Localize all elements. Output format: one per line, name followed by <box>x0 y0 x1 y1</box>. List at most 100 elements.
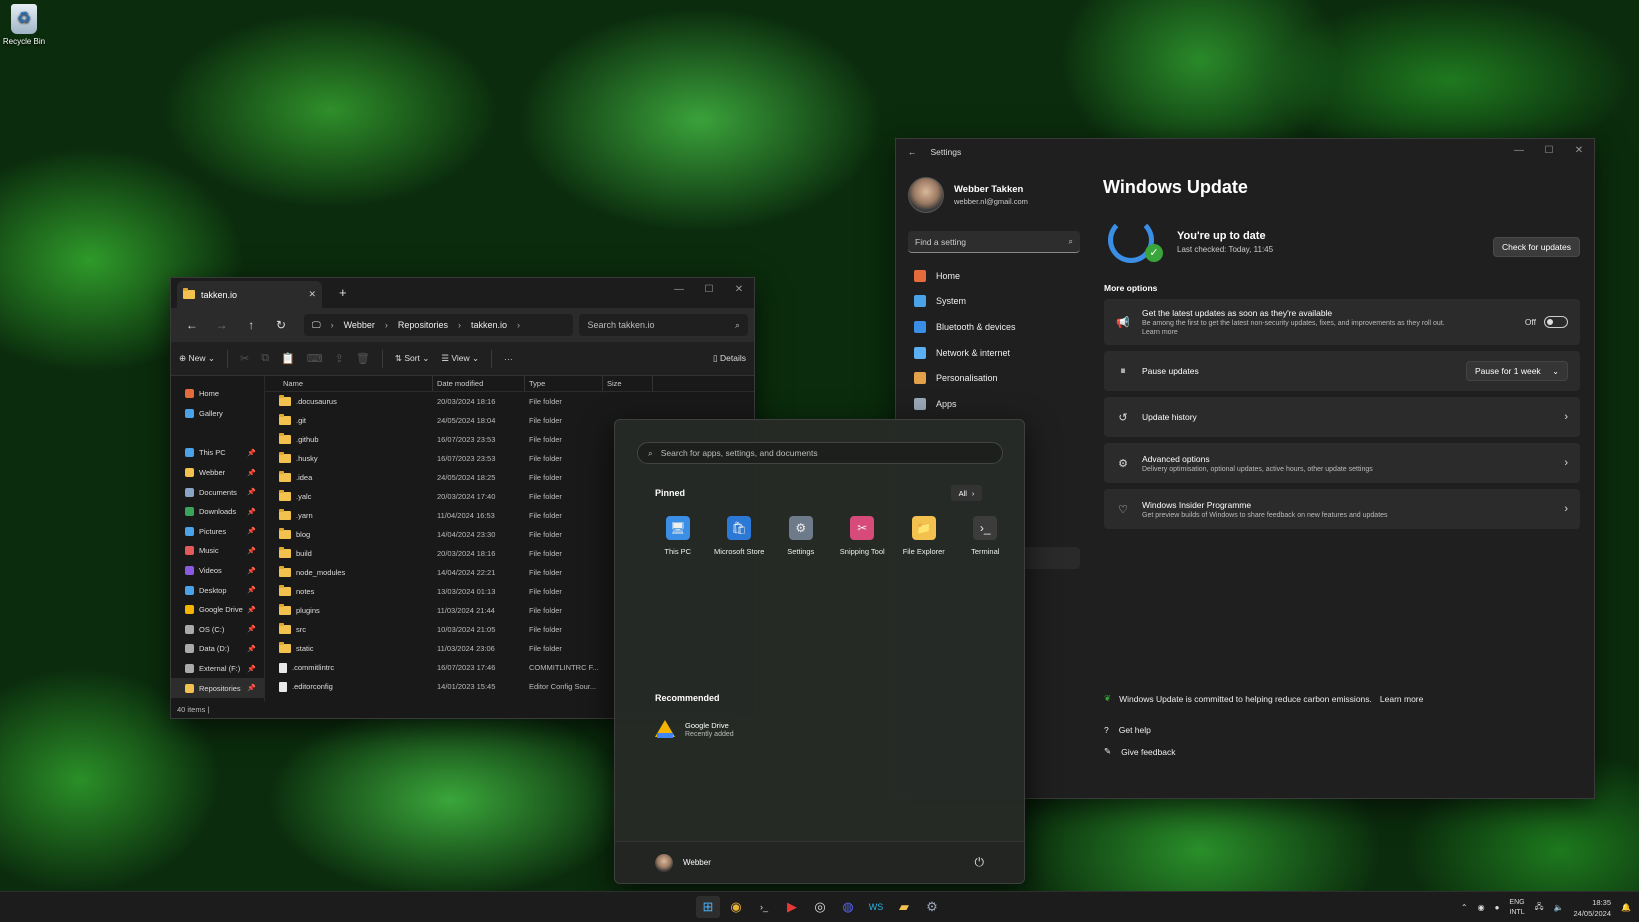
sidebar-item[interactable]: Repositories 📌 <box>171 678 264 698</box>
sidebar-item[interactable]: Music 📌 <box>171 541 264 561</box>
view-button[interactable]: ☰ View ⌄ <box>441 353 479 364</box>
sidebar-item[interactable]: Documents 📌 <box>171 482 264 502</box>
maximize-button[interactable]: ☐ <box>694 278 724 300</box>
sidebar-item[interactable]: Videos 📌 <box>171 561 264 581</box>
advanced-options-card[interactable]: ⚙ Advanced options Delivery optimisation… <box>1104 443 1580 483</box>
sidebar-item[interactable]: Data (D:) 📌 <box>171 639 264 659</box>
sidebar-item[interactable]: Desktop 📌 <box>171 580 264 600</box>
pinned-app[interactable]: 🛍 Microsoft Store <box>709 516 771 556</box>
webstorm-icon[interactable]: WS <box>864 896 888 918</box>
close-tab-icon[interactable]: ✕ <box>308 289 316 300</box>
settings-gear-icon[interactable]: ⚙ <box>920 896 944 918</box>
nav-item[interactable]: Apps <box>908 391 1080 417</box>
sidebar-item[interactable]: Downloads 📌 <box>171 502 264 522</box>
pinned-app[interactable]: 📁 File Explorer <box>893 516 955 556</box>
find-setting-input[interactable]: Find a setting ⌕ <box>908 231 1080 253</box>
explorer-tab[interactable]: takken.io ✕ <box>177 281 322 308</box>
breadcrumb-item[interactable]: Repositories <box>398 320 448 330</box>
refresh-icon[interactable]: ↻ <box>266 318 296 332</box>
minimize-button[interactable]: — <box>664 278 694 300</box>
paste-icon[interactable]: 📋 <box>281 352 295 365</box>
share-icon[interactable]: ⇪ <box>335 352 344 365</box>
learn-more-link[interactable]: Learn more <box>1142 329 1445 336</box>
nav-item[interactable]: Network & internet <box>908 340 1080 366</box>
update-history-card[interactable]: ↺ Update history › <box>1104 397 1580 437</box>
all-apps-button[interactable]: All › <box>951 485 982 501</box>
notification-bell-icon[interactable]: 🔔 <box>1621 903 1631 912</box>
volume-icon[interactable]: 🔈 <box>1554 903 1564 912</box>
user-profile[interactable]: Webber Takken webber.nl@gmail.com <box>908 177 1028 213</box>
sidebar-item[interactable]: Home <box>171 384 264 404</box>
sidebar-item[interactable]: Pictures 📌 <box>171 522 264 542</box>
carbon-learn-more-link[interactable]: Learn more <box>1380 694 1423 704</box>
pinned-app[interactable]: ✂ Snipping Tool <box>832 516 894 556</box>
new-button[interactable]: ⊕ New ⌄ <box>179 353 215 364</box>
sidebar-item[interactable]: External (F:) 📌 <box>171 659 264 679</box>
back-arrow-icon[interactable]: ← <box>908 147 917 157</box>
avatar[interactable] <box>655 853 673 872</box>
more-options-button[interactable]: ··· <box>504 354 513 364</box>
minimize-button[interactable]: — <box>1504 139 1534 161</box>
file-type: File folder <box>529 587 562 596</box>
column-type[interactable]: Type <box>525 376 603 391</box>
close-button[interactable]: ✕ <box>724 278 754 300</box>
close-button[interactable]: ✕ <box>1564 139 1594 161</box>
column-size[interactable]: Size <box>603 376 653 391</box>
start-search-input[interactable]: ⌕ Search for apps, settings, and documen… <box>637 442 1003 464</box>
up-arrow-icon[interactable]: ↑ <box>236 318 266 332</box>
terminal-icon[interactable]: ›_ <box>752 896 776 918</box>
start-user-name[interactable]: Webber <box>683 858 711 867</box>
pinned-app[interactable]: 🖥 This PC <box>647 516 709 556</box>
breadcrumb-item[interactable]: Webber <box>344 320 375 330</box>
discord-icon[interactable]: ◍ <box>836 896 860 918</box>
breadcrumb[interactable]: 🖵 › Webber › Repositories › takken.io › <box>303 314 574 336</box>
breadcrumb-item[interactable]: takken.io <box>471 320 507 330</box>
column-name[interactable]: Name <box>279 376 433 391</box>
nav-item[interactable]: Home <box>908 263 1080 289</box>
sidebar-item[interactable]: Gallery <box>171 404 264 424</box>
nav-item[interactable]: Bluetooth & devices <box>908 314 1080 340</box>
details-button[interactable]: ▯ Details <box>713 353 746 364</box>
start-icon[interactable]: ⊞ <box>696 896 720 918</box>
clock[interactable]: 18:35 24/05/2024 <box>1573 897 1611 919</box>
pinned-app[interactable]: ⚙ Settings <box>770 516 832 556</box>
pause-duration-dropdown[interactable]: Pause for 1 week ⌄ <box>1466 361 1568 381</box>
column-date[interactable]: Date modified <box>433 376 525 391</box>
chevron-up-icon[interactable]: ⌃ <box>1461 903 1468 912</box>
language-indicator[interactable]: ENG INTL <box>1509 898 1524 918</box>
check-for-updates-button[interactable]: Check for updates <box>1493 237 1580 257</box>
copy-icon[interactable]: ⧉ <box>261 352 269 365</box>
pinned-app[interactable]: ›_ Terminal <box>955 516 1017 556</box>
maximize-button[interactable]: ☐ <box>1534 139 1564 161</box>
sort-button[interactable]: ⇅ Sort ⌄ <box>395 353 430 364</box>
get-help-link[interactable]: ? Get help <box>1104 725 1151 735</box>
delete-icon[interactable]: 🗑 <box>356 352 370 365</box>
latest-updates-toggle[interactable] <box>1544 316 1568 328</box>
chrome-icon[interactable]: ◉ <box>724 896 748 918</box>
insider-programme-card[interactable]: ♡ Windows Insider Programme Get preview … <box>1104 489 1580 529</box>
back-arrow-icon[interactable]: ← <box>177 318 207 332</box>
new-tab-button[interactable]: + <box>339 285 347 300</box>
obs-icon[interactable]: ◎ <box>808 896 832 918</box>
sidebar-item[interactable]: This PC 📌 <box>171 443 264 463</box>
explorer-search-input[interactable]: Search takken.io ⌕ <box>579 314 748 336</box>
recycle-bin[interactable]: ♻ Recycle Bin <box>2 4 46 46</box>
forward-arrow-icon[interactable]: → <box>207 318 237 332</box>
sidebar-item[interactable]: Webber 📌 <box>171 463 264 483</box>
sidebar-item[interactable]: Google Drive 📌 <box>171 600 264 620</box>
give-feedback-link[interactable]: ✎ Give feedback <box>1104 746 1175 757</box>
nav-item[interactable]: System <box>908 289 1080 315</box>
recommended-item[interactable]: Google Drive Recently added <box>655 720 734 738</box>
file-explorer-icon[interactable]: ▰ <box>892 896 916 918</box>
network-icon[interactable]: 🖧 <box>1535 901 1544 915</box>
rename-icon[interactable]: ⌨ <box>307 352 323 365</box>
start-menu: ⌕ Search for apps, settings, and documen… <box>614 419 1025 884</box>
app-tray-icon[interactable]: ● <box>1495 903 1500 912</box>
cut-icon[interactable]: ✂ <box>240 352 249 365</box>
nav-item[interactable]: Personalisation <box>908 365 1080 391</box>
sidebar-item[interactable]: OS (C:) 📌 <box>171 620 264 640</box>
discord-tray-icon[interactable]: ◉ <box>1478 903 1485 912</box>
youtube-music-icon[interactable]: ▶ <box>780 896 804 918</box>
table-row[interactable]: .docusaurus 20/03/2024 18:16 File folder <box>265 392 754 411</box>
power-icon[interactable]: ⏻ <box>975 855 985 870</box>
